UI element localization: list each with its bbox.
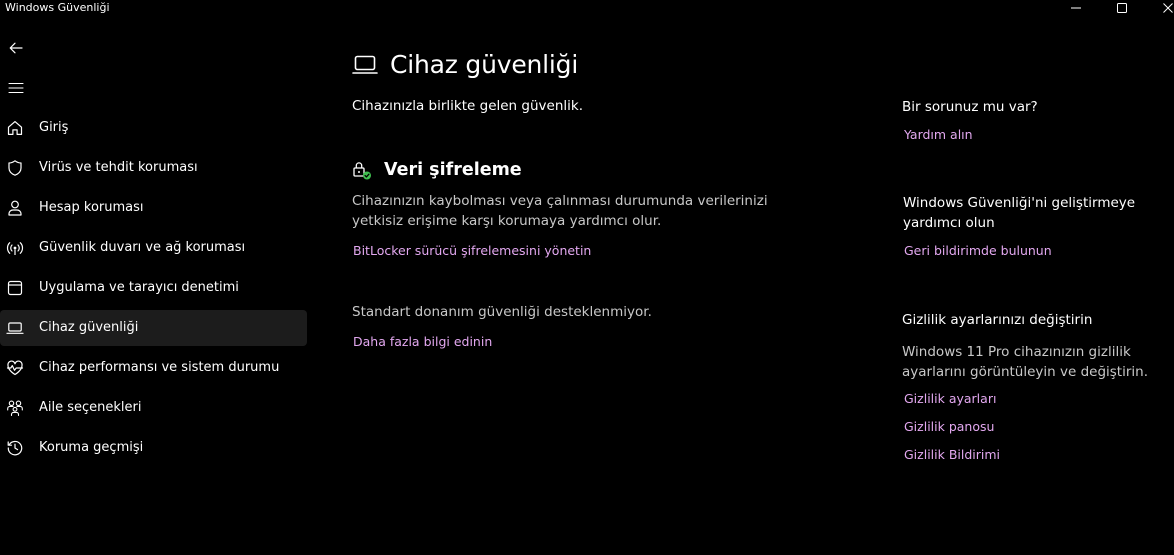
sidebar-item-device-performance[interactable]: Cihaz performansı ve sistem durumu bbox=[0, 350, 307, 386]
family-icon bbox=[7, 400, 23, 417]
heart-pulse-icon bbox=[6, 360, 24, 376]
sidebar-item-account-protection[interactable]: Hesap koruması bbox=[0, 190, 307, 226]
give-feedback-link[interactable]: Geri bildirimde bulunun bbox=[904, 243, 1052, 258]
learn-more-link[interactable]: Daha fazla bilgi edinin bbox=[353, 334, 492, 349]
lock-check-icon bbox=[353, 162, 371, 180]
antenna-icon bbox=[6, 242, 24, 255]
privacy-statement-link[interactable]: Gizlilik Bildirimi bbox=[904, 447, 1000, 462]
arrow-left-icon bbox=[9, 42, 23, 54]
sidebar-item-label: Virüs ve tehdit koruması bbox=[39, 160, 198, 175]
help-heading: Bir sorunuz mu var? bbox=[902, 99, 1038, 115]
page-title: Cihaz güvenliği bbox=[390, 50, 579, 79]
browser-window-icon bbox=[7, 280, 23, 296]
bitlocker-manage-link[interactable]: BitLocker sürücü şifrelemesini yönetin bbox=[353, 243, 591, 258]
encryption-section-title: Veri şifreleme bbox=[384, 160, 522, 180]
sidebar-item-label: Koruma geçmişi bbox=[39, 440, 144, 455]
right-panel: Bir sorunuz mu var? Yardım alın Windows … bbox=[902, 0, 1174, 555]
sidebar-item-label: Uygulama ve tarayıcı denetimi bbox=[39, 280, 239, 295]
back-button[interactable] bbox=[4, 36, 28, 60]
sidebar-nav: Giriş Virüs ve tehdit koruması Hesap kor… bbox=[0, 110, 312, 470]
sidebar-item-firewall[interactable]: Güvenlik duvarı ve ağ koruması bbox=[0, 230, 307, 266]
app-title: Windows Güvenliği bbox=[5, 1, 110, 14]
privacy-heading: Gizlilik ayarlarınızı değiştirin bbox=[902, 312, 1093, 328]
app-window: Windows Güvenliği Giriş Virüs ve tehdit … bbox=[0, 0, 1174, 555]
main-content: Cihaz güvenliği Cihazınızla birlikte gel… bbox=[352, 50, 832, 349]
history-icon bbox=[7, 440, 23, 456]
hardware-security-status: Standart donanım güvenliği desteklenmiyo… bbox=[352, 304, 652, 320]
shield-icon bbox=[8, 160, 22, 176]
privacy-dashboard-link[interactable]: Gizlilik panosu bbox=[904, 419, 994, 434]
sidebar-item-label: Aile seçenekleri bbox=[39, 400, 142, 415]
sidebar-item-label: Hesap koruması bbox=[39, 200, 144, 215]
feedback-heading: Windows Güvenliği'ni geliştirmeye yardım… bbox=[903, 195, 1136, 231]
person-icon bbox=[8, 200, 22, 216]
encryption-description: Cihazınızın kaybolması veya çalınması du… bbox=[352, 193, 768, 229]
page-header: Cihaz güvenliği bbox=[352, 50, 832, 84]
sidebar-item-label: Cihaz performansı ve sistem durumu bbox=[39, 360, 280, 375]
laptop-icon bbox=[6, 322, 24, 334]
sidebar-item-label: Giriş bbox=[39, 120, 69, 135]
get-help-link[interactable]: Yardım alın bbox=[904, 127, 973, 142]
hamburger-icon bbox=[8, 82, 24, 94]
laptop-icon bbox=[352, 55, 378, 74]
page-subtitle: Cihazınızla birlikte gelen güvenlik. bbox=[352, 98, 583, 114]
home-icon bbox=[7, 121, 23, 135]
sidebar-item-app-browser-control[interactable]: Uygulama ve tarayıcı denetimi bbox=[0, 270, 307, 306]
privacy-description: Windows 11 Pro cihazınızın gizlilik ayar… bbox=[902, 344, 1148, 380]
sidebar-item-protection-history[interactable]: Koruma geçmişi bbox=[0, 430, 307, 466]
sidebar-item-family-options[interactable]: Aile seçenekleri bbox=[0, 390, 307, 426]
sidebar: Giriş Virüs ve tehdit koruması Hesap kor… bbox=[0, 28, 312, 555]
sidebar-item-label: Cihaz güvenliği bbox=[39, 320, 139, 335]
sidebar-item-label: Güvenlik duvarı ve ağ koruması bbox=[39, 240, 246, 255]
privacy-settings-link[interactable]: Gizlilik ayarları bbox=[904, 391, 996, 406]
encryption-section-header: Veri şifreleme bbox=[352, 160, 832, 184]
sidebar-item-device-security[interactable]: Cihaz güvenliği bbox=[0, 310, 307, 346]
hamburger-menu-button[interactable] bbox=[4, 76, 28, 100]
sidebar-item-home[interactable]: Giriş bbox=[0, 110, 307, 146]
sidebar-item-virus-protection[interactable]: Virüs ve tehdit koruması bbox=[0, 150, 307, 186]
